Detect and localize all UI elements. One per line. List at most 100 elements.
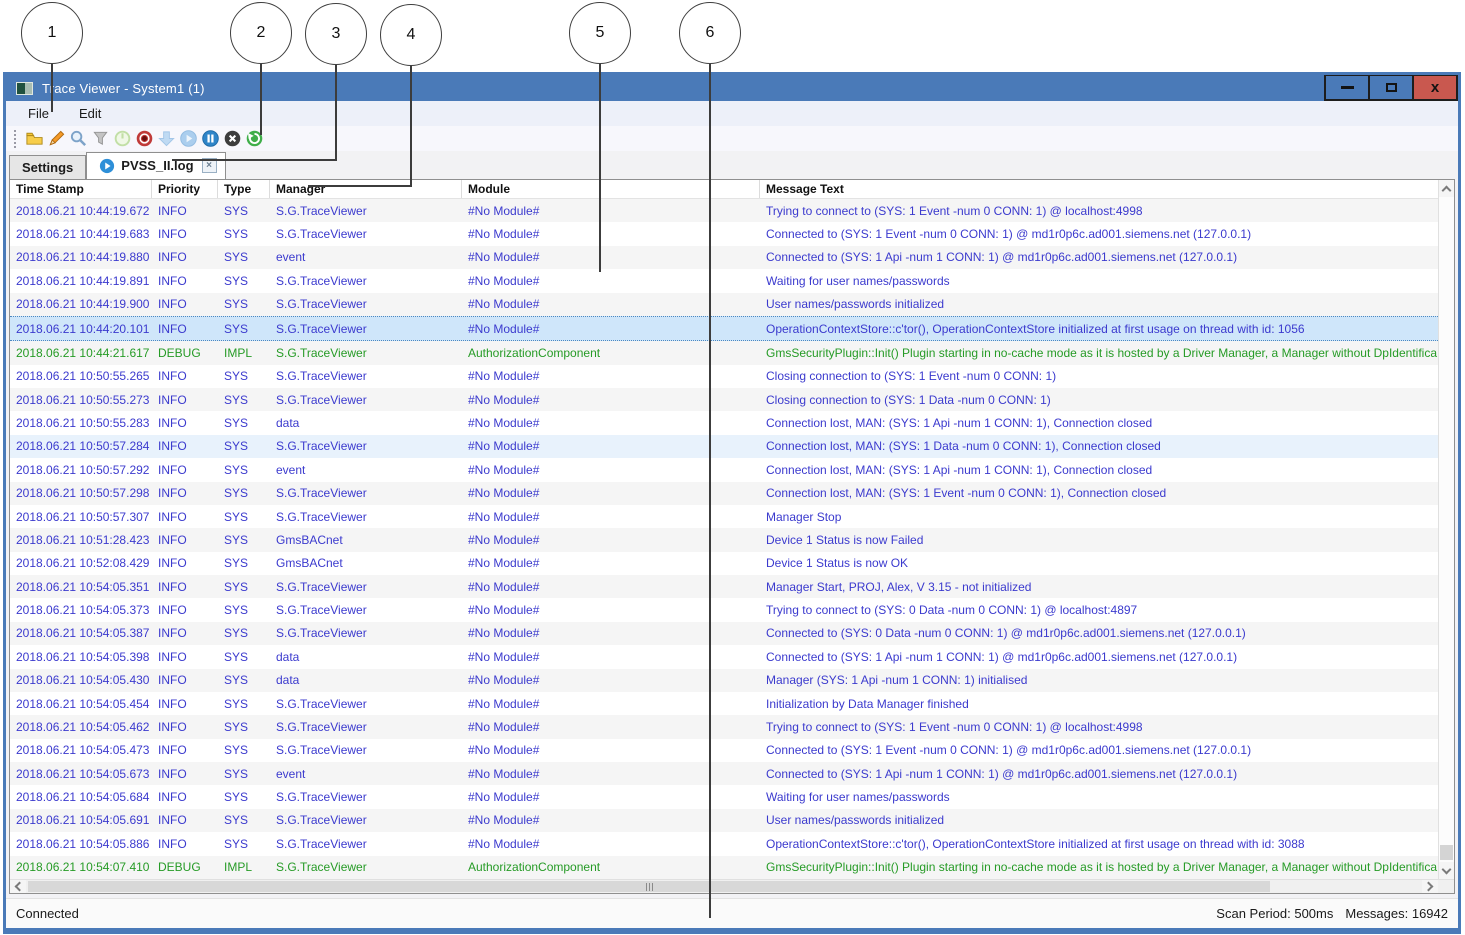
column-header-manager[interactable]: Manager bbox=[270, 180, 462, 198]
vertical-scrollbar[interactable] bbox=[1438, 180, 1454, 879]
scroll-left-button[interactable] bbox=[10, 880, 26, 893]
toolbar-grip-icon[interactable] bbox=[14, 130, 17, 148]
table-row[interactable]: 2018.06.21 10:50:57.298 INFO SYS S.G.Tra… bbox=[10, 482, 1438, 505]
table-row[interactable]: 2018.06.21 10:54:05.886 INFO SYS S.G.Tra… bbox=[10, 832, 1438, 855]
table-row[interactable]: 2018.06.21 10:44:19.891 INFO SYS S.G.Tra… bbox=[10, 269, 1438, 292]
table-row[interactable]: 2018.06.21 10:50:55.265 INFO SYS S.G.Tra… bbox=[10, 365, 1438, 388]
table-row[interactable]: 2018.06.21 10:54:05.387 INFO SYS S.G.Tra… bbox=[10, 622, 1438, 645]
tab-settings-label: Settings bbox=[22, 160, 73, 175]
cell-manager: S.G.TraceViewer bbox=[270, 813, 462, 827]
table-row[interactable]: 2018.06.21 10:44:19.900 INFO SYS S.G.Tra… bbox=[10, 293, 1438, 316]
cell-type: SYS bbox=[218, 743, 270, 757]
cell-manager: S.G.TraceViewer bbox=[270, 837, 462, 851]
chevron-right-icon bbox=[1424, 882, 1434, 892]
column-header-time-stamp[interactable]: Time Stamp bbox=[10, 180, 152, 198]
vertical-scroll-track[interactable] bbox=[1439, 197, 1454, 862]
cell-manager: S.G.TraceViewer bbox=[270, 697, 462, 711]
table-row[interactable]: 2018.06.21 10:54:05.684 INFO SYS S.G.Tra… bbox=[10, 785, 1438, 808]
cell-module: #No Module# bbox=[462, 626, 760, 640]
close-circle-icon[interactable] bbox=[221, 128, 243, 150]
cell-module: #No Module# bbox=[462, 486, 760, 500]
table-row[interactable]: 2018.06.21 10:54:05.398 INFO SYS data #N… bbox=[10, 645, 1438, 668]
table-row[interactable]: 2018.06.21 10:50:57.292 INFO SYS event #… bbox=[10, 458, 1438, 481]
callout-circle-2: 2 bbox=[230, 2, 292, 64]
cell-module: #No Module# bbox=[462, 369, 760, 383]
table-row[interactable]: 2018.06.21 10:54:05.473 INFO SYS S.G.Tra… bbox=[10, 739, 1438, 762]
cell-manager: S.G.TraceViewer bbox=[270, 603, 462, 617]
table-row[interactable]: 2018.06.21 10:50:55.273 INFO SYS S.G.Tra… bbox=[10, 388, 1438, 411]
cell-message-text: User names/passwords initialized bbox=[760, 297, 1438, 311]
horizontal-scroll-track[interactable] bbox=[26, 880, 1422, 893]
table-row[interactable]: 2018.06.21 10:44:19.683 INFO SYS S.G.Tra… bbox=[10, 222, 1438, 245]
log-table-panel: Time Stamp Priority Type Manager Module … bbox=[9, 179, 1455, 894]
table-row[interactable]: 2018.06.21 10:54:05.454 INFO SYS S.G.Tra… bbox=[10, 692, 1438, 715]
cell-priority: INFO bbox=[152, 837, 218, 851]
table-row[interactable]: 2018.06.21 10:50:57.307 INFO SYS S.G.Tra… bbox=[10, 505, 1438, 528]
table-row[interactable]: 2018.06.21 10:54:05.351 INFO SYS S.G.Tra… bbox=[10, 575, 1438, 598]
column-header-module[interactable]: Module bbox=[462, 180, 760, 198]
minimize-icon bbox=[1341, 86, 1354, 89]
cell-manager: S.G.TraceViewer bbox=[270, 439, 462, 453]
table-row[interactable]: 2018.06.21 10:44:19.672 INFO SYS S.G.Tra… bbox=[10, 199, 1438, 222]
minimize-button[interactable] bbox=[1324, 75, 1370, 101]
column-header-priority[interactable]: Priority bbox=[152, 180, 218, 198]
menu-file[interactable]: File bbox=[22, 103, 61, 124]
play-icon[interactable] bbox=[177, 128, 199, 150]
cell-manager: GmsBACnet bbox=[270, 556, 462, 570]
cell-time-stamp: 2018.06.21 10:44:19.880 bbox=[10, 250, 152, 264]
arrow-down-icon[interactable] bbox=[155, 128, 177, 150]
cell-message-text: Trying to connect to (SYS: 0 Data -num 0… bbox=[760, 603, 1438, 617]
callout-circle-4: 4 bbox=[380, 4, 442, 66]
column-header-message-text[interactable]: Message Text bbox=[760, 180, 1438, 198]
filter-funnel-icon[interactable] bbox=[89, 128, 111, 150]
screenshot-stage: Trace Viewer - System1 (1) x File Edit bbox=[0, 0, 1465, 935]
tab-close-button[interactable]: × bbox=[202, 158, 217, 173]
table-row[interactable]: 2018.06.21 10:54:05.430 INFO SYS data #N… bbox=[10, 669, 1438, 692]
cell-priority: INFO bbox=[152, 697, 218, 711]
table-row[interactable]: 2018.06.21 10:44:20.101 INFO SYS S.G.Tra… bbox=[10, 316, 1438, 341]
table-row[interactable]: 2018.06.21 10:44:21.617 DEBUG IMPL S.G.T… bbox=[10, 341, 1438, 364]
table-row[interactable]: 2018.06.21 10:50:55.283 INFO SYS data #N… bbox=[10, 411, 1438, 434]
open-folder-icon[interactable] bbox=[23, 128, 45, 150]
menu-edit[interactable]: Edit bbox=[73, 103, 113, 124]
table-row[interactable]: 2018.06.21 10:54:05.673 INFO SYS event #… bbox=[10, 762, 1438, 785]
edit-pencil-icon[interactable] bbox=[45, 128, 67, 150]
pause-icon[interactable] bbox=[199, 128, 221, 150]
table-row[interactable]: 2018.06.21 10:50:57.284 INFO SYS S.G.Tra… bbox=[10, 435, 1438, 458]
cell-manager: S.G.TraceViewer bbox=[270, 486, 462, 500]
cell-module: #No Module# bbox=[462, 416, 760, 430]
scroll-up-button[interactable] bbox=[1439, 180, 1454, 197]
tab-settings[interactable]: Settings bbox=[9, 155, 86, 179]
cell-module: #No Module# bbox=[462, 439, 760, 453]
cell-manager: S.G.TraceViewer bbox=[270, 580, 462, 594]
table-row[interactable]: 2018.06.21 10:54:05.462 INFO SYS S.G.Tra… bbox=[10, 715, 1438, 738]
cell-time-stamp: 2018.06.21 10:54:05.351 bbox=[10, 580, 152, 594]
table-row[interactable]: 2018.06.21 10:44:19.880 INFO SYS event #… bbox=[10, 246, 1438, 269]
table-row[interactable]: 2018.06.21 10:54:07.410 DEBUG IMPL S.G.T… bbox=[10, 856, 1438, 879]
vertical-scroll-thumb[interactable] bbox=[1440, 845, 1453, 860]
scroll-right-button[interactable] bbox=[1422, 880, 1438, 893]
column-header-type[interactable]: Type bbox=[218, 180, 270, 198]
cell-time-stamp: 2018.06.21 10:50:57.298 bbox=[10, 486, 152, 500]
table-row[interactable]: 2018.06.21 10:52:08.429 INFO SYS GmsBACn… bbox=[10, 552, 1438, 575]
tab-pvss-log-label: PVSS_II.log bbox=[121, 158, 193, 173]
cell-priority: INFO bbox=[152, 274, 218, 288]
table-row[interactable]: 2018.06.21 10:54:05.373 INFO SYS S.G.Tra… bbox=[10, 598, 1438, 621]
tab-pvss-log[interactable]: PVSS_II.log × bbox=[86, 152, 225, 179]
stop-record-icon[interactable] bbox=[133, 128, 155, 150]
cell-module: #No Module# bbox=[462, 274, 760, 288]
cell-module: #No Module# bbox=[462, 463, 760, 477]
close-button[interactable]: x bbox=[1412, 75, 1458, 101]
horizontal-scroll-thumb[interactable] bbox=[28, 881, 1270, 892]
cell-type: SYS bbox=[218, 393, 270, 407]
horizontal-scrollbar[interactable] bbox=[10, 879, 1454, 893]
refresh-icon[interactable] bbox=[243, 128, 265, 150]
scroll-down-button[interactable] bbox=[1439, 862, 1454, 879]
search-magnifier-icon[interactable] bbox=[67, 128, 89, 150]
maximize-button[interactable] bbox=[1368, 75, 1414, 101]
cell-message-text: Connected to (SYS: 1 Api -num 1 CONN: 1)… bbox=[760, 767, 1438, 781]
table-row[interactable]: 2018.06.21 10:54:05.691 INFO SYS S.G.Tra… bbox=[10, 809, 1438, 832]
cell-time-stamp: 2018.06.21 10:50:55.283 bbox=[10, 416, 152, 430]
table-row[interactable]: 2018.06.21 10:51:28.423 INFO SYS GmsBACn… bbox=[10, 528, 1438, 551]
power-start-icon[interactable] bbox=[111, 128, 133, 150]
